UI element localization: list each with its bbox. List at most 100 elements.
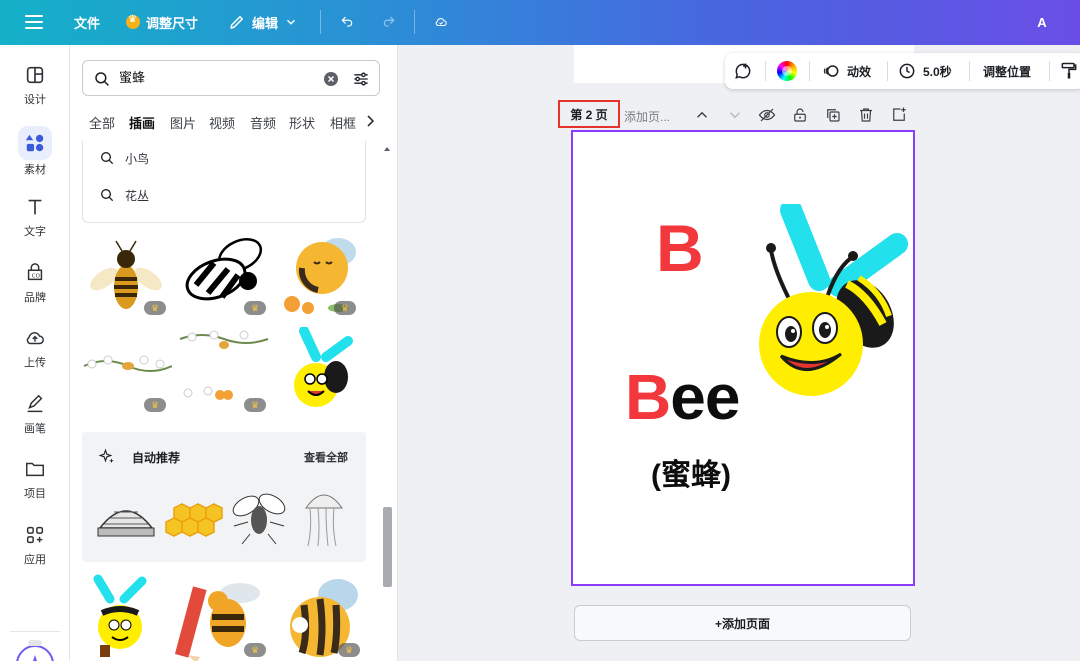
- jellyfish-sketch-image[interactable]: [296, 486, 352, 548]
- premium-badge: [334, 301, 356, 315]
- rail-item-upload[interactable]: 上传: [0, 320, 70, 376]
- tab-shapes[interactable]: 形状: [289, 113, 315, 132]
- add-page-icon[interactable]: [890, 106, 908, 124]
- color-button[interactable]: [777, 59, 797, 83]
- rail-item-design[interactable]: 设计: [0, 57, 70, 113]
- top-bar: 文件 调整尺寸 编辑 A: [0, 0, 1080, 45]
- bee-flower-garland-illustration[interactable]: [82, 330, 173, 414]
- bee-sketch-image[interactable]: [228, 486, 290, 546]
- bee-pencil-illustration[interactable]: [174, 571, 270, 661]
- clock-icon: [899, 63, 915, 79]
- bee-cartoon-image: [294, 326, 353, 407]
- edit-menu-button[interactable]: 编辑: [220, 6, 306, 38]
- tab-illustration[interactable]: 插画: [129, 113, 155, 132]
- position-button[interactable]: 调整位置: [983, 59, 1031, 83]
- beehive-sketch-image[interactable]: [94, 488, 158, 544]
- see-all-link[interactable]: 查看全部: [304, 449, 348, 465]
- tab-frames[interactable]: 相框: [330, 113, 356, 132]
- tab-all[interactable]: 全部: [89, 113, 115, 132]
- undo-button[interactable]: [332, 6, 362, 38]
- auto-recommend-title: 自动推荐: [132, 451, 181, 465]
- pencil-icon: [230, 16, 243, 29]
- premium-badge: [244, 643, 266, 657]
- trash-icon[interactable]: [857, 106, 875, 124]
- text-icon: [28, 199, 42, 214]
- search-icon: [101, 189, 114, 202]
- letter-b-text[interactable]: B: [656, 215, 704, 281]
- chevron-down-icon[interactable]: [726, 106, 744, 124]
- lock-icon[interactable]: [791, 106, 809, 124]
- bee-realistic-illustration[interactable]: [82, 233, 170, 317]
- tab-audio[interactable]: 音频: [250, 113, 276, 132]
- crown-icon: [126, 14, 140, 29]
- hide-eye-icon[interactable]: [758, 106, 776, 124]
- rail-item-projects[interactable]: 项目: [0, 451, 70, 507]
- bee-cartoon-honey-illustration[interactable]: [86, 573, 158, 661]
- chinese-word-text[interactable]: (蜜蜂): [651, 450, 731, 494]
- duration-button[interactable]: 5.0秒: [897, 59, 952, 83]
- animate-icon: [823, 65, 839, 77]
- left-rail: 设计 素材 文字 CO 品牌 上传 画笔 项目 应用: [0, 45, 70, 661]
- file-menu-button[interactable]: 文件: [66, 6, 108, 38]
- menu-icon[interactable]: [22, 10, 46, 34]
- divider: [414, 10, 415, 34]
- magic-sparkle-icon[interactable]: [14, 640, 56, 661]
- rail-item-draw[interactable]: 画笔: [0, 386, 70, 442]
- svg-text:CO: CO: [32, 273, 41, 279]
- bee-cartoon-graphic[interactable]: [755, 204, 915, 404]
- draw-icon: [27, 394, 43, 412]
- apps-icon: [26, 526, 44, 543]
- search-input[interactable]: [119, 69, 319, 84]
- rail-active-bg: [18, 125, 52, 160]
- scroll-up-icon[interactable]: [382, 144, 392, 154]
- redo-button[interactable]: [374, 6, 404, 38]
- animate-button[interactable]: 动效: [821, 59, 871, 83]
- chevron-up-icon[interactable]: [693, 106, 711, 124]
- redo-icon: [383, 16, 395, 27]
- bee-word-text[interactable]: Bee: [625, 365, 740, 429]
- bee-watercolor-flower-illustration[interactable]: [278, 228, 362, 318]
- design-page[interactable]: B Bee (蜜蜂): [571, 130, 915, 586]
- premium-badge: [338, 643, 360, 657]
- divider: [765, 61, 766, 81]
- upload-icon: [26, 331, 44, 344]
- premium-badge: [244, 301, 266, 315]
- comment-button[interactable]: [733, 59, 753, 83]
- divider: [1049, 61, 1050, 81]
- tab-photos[interactable]: 图片: [170, 113, 196, 132]
- chevron-right-icon[interactable]: [362, 113, 378, 129]
- premium-badge: [144, 398, 166, 412]
- chevron-down-icon: [287, 19, 296, 25]
- divider: [320, 10, 321, 34]
- add-page-button[interactable]: +添加页面: [574, 605, 911, 641]
- search-suggestions: 小鸟 花丛: [82, 141, 366, 223]
- bee-lineart-illustration[interactable]: [178, 233, 270, 317]
- rail-item-elements[interactable]: 素材: [0, 123, 70, 179]
- elements-panel: 全部 插画 图片 视频 音频 形状 相框 小鸟 花丛: [70, 45, 398, 661]
- bee-round-watercolor-illustration[interactable]: [278, 571, 364, 661]
- bee-honey-image: [93, 574, 147, 657]
- tab-videos[interactable]: 视频: [209, 113, 235, 132]
- save-status-button[interactable]: [426, 6, 456, 38]
- elements-icon: [25, 134, 44, 151]
- copy-style-button[interactable]: [1059, 59, 1079, 83]
- bee-cartoon-illustration[interactable]: [286, 326, 360, 415]
- undo-icon: [341, 16, 353, 27]
- rail-item-apps[interactable]: 应用: [0, 517, 70, 573]
- rail-item-brand[interactable]: CO 品牌: [0, 255, 70, 311]
- suggestion-item[interactable]: 花丛: [99, 182, 149, 208]
- suggestion-item[interactable]: 小鸟: [99, 145, 149, 171]
- divider: [969, 61, 970, 81]
- clear-icon[interactable]: [323, 71, 339, 87]
- search-box: [82, 60, 380, 96]
- honeycomb-image[interactable]: [162, 488, 226, 544]
- scroll-thumb[interactable]: [383, 507, 392, 587]
- filter-icon[interactable]: [351, 69, 371, 89]
- rail-item-text[interactable]: 文字: [0, 189, 70, 245]
- bee-flower-border-illustration[interactable]: [178, 325, 270, 415]
- avatar[interactable]: A: [1030, 10, 1054, 34]
- page-title-input[interactable]: 添加页...: [624, 108, 670, 125]
- duplicate-icon[interactable]: [824, 106, 842, 124]
- panel-scrollbar[interactable]: [381, 142, 393, 661]
- resize-button[interactable]: 调整尺寸: [118, 6, 206, 38]
